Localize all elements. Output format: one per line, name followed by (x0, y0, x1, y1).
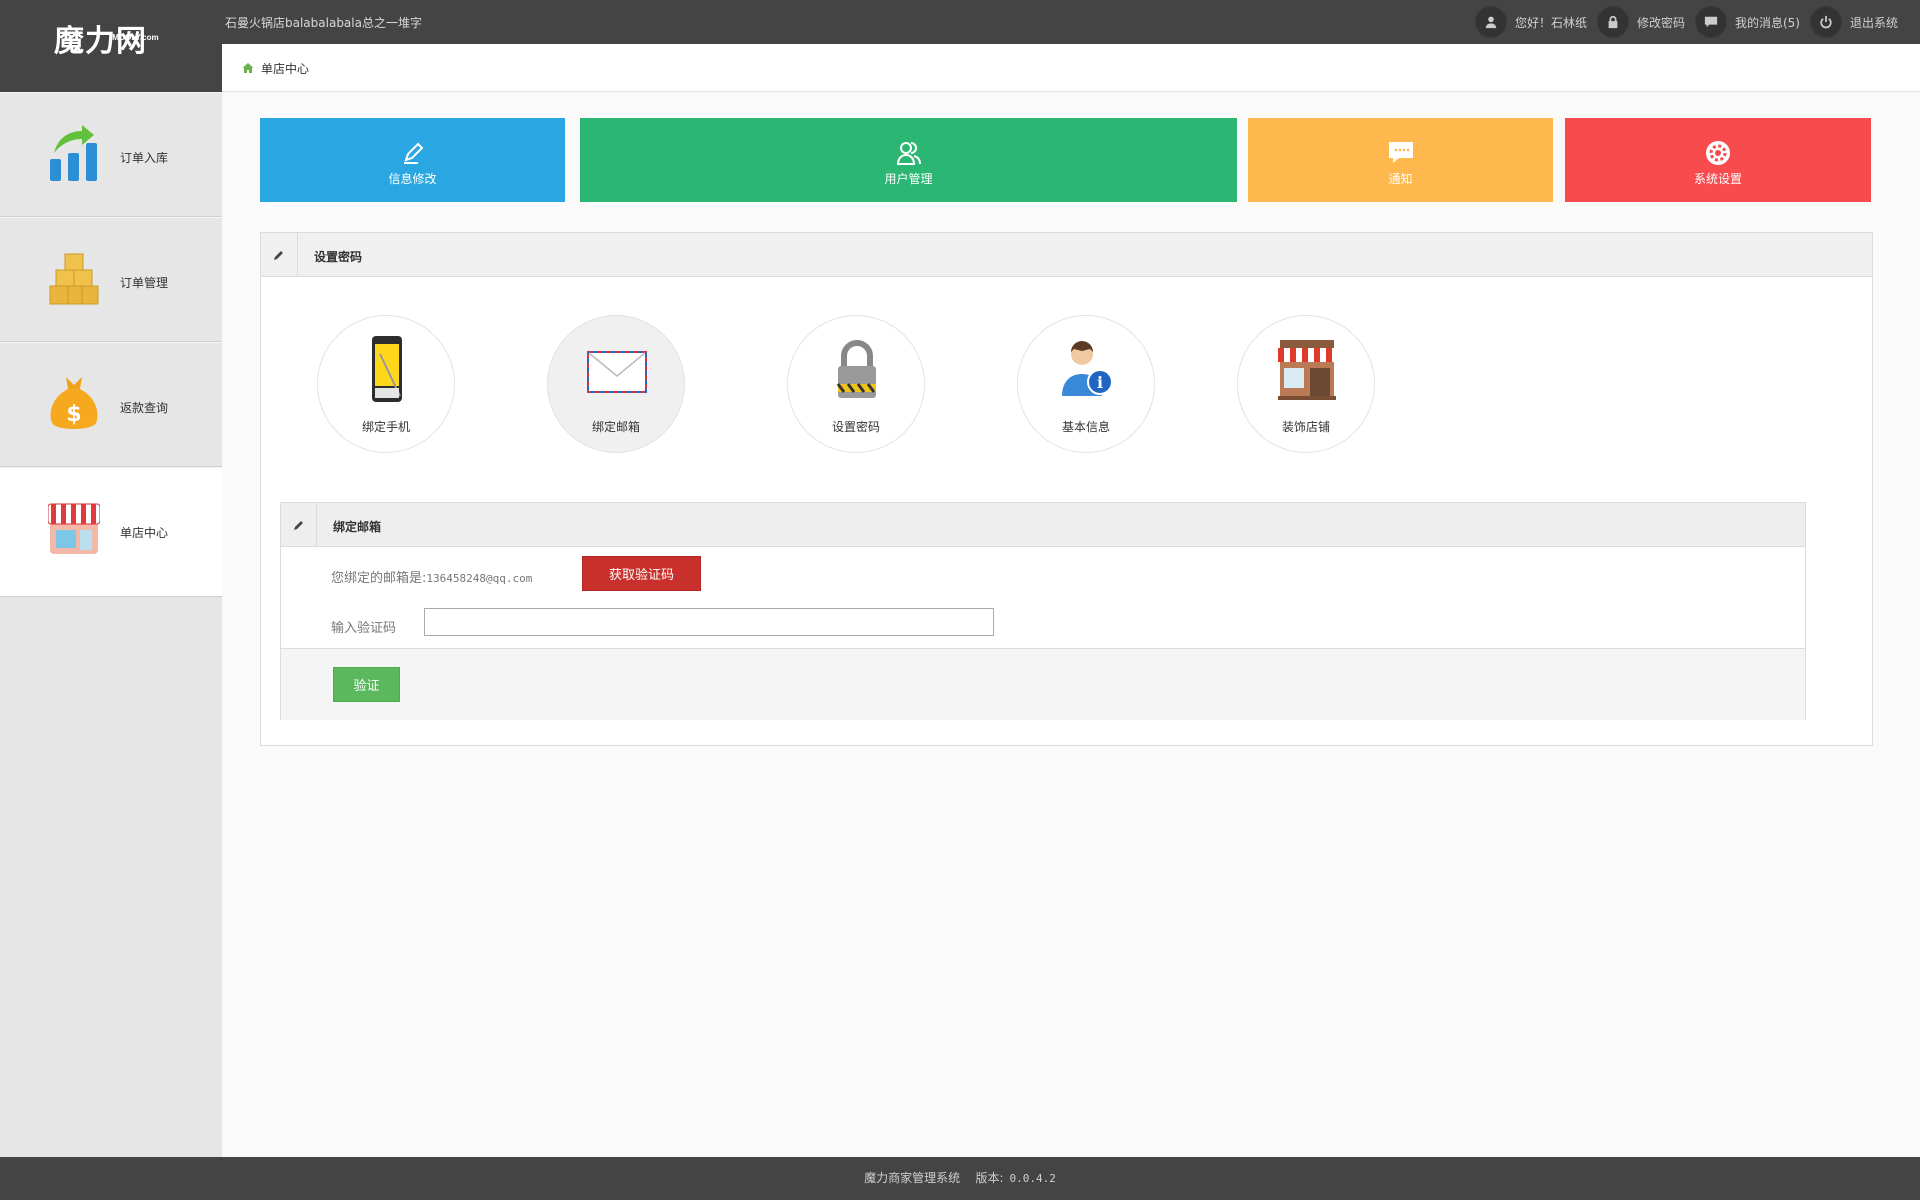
pencil-icon (261, 233, 298, 277)
version-label: 版本: (975, 1171, 1004, 1185)
shop-front-icon (1278, 340, 1336, 400)
svg-text:i: i (1097, 373, 1103, 392)
tile-info-edit[interactable]: 信息修改 (260, 118, 565, 202)
message-icon (1694, 6, 1727, 38)
bind-email-option[interactable]: 绑定邮箱 (547, 315, 685, 453)
money-bag-icon: $ (50, 377, 98, 429)
bind-email-header: 绑定邮箱 (281, 503, 1805, 547)
logo-subtext: IMOOLY.com (110, 33, 159, 42)
system-name: 魔力商家管理系统 (864, 1171, 961, 1185)
lock-icon (1596, 6, 1629, 38)
boxes-icon (49, 253, 99, 305)
top-links: 您好！石林纸 修改密码 我的消息(5) 退出系统 (1474, 6, 1898, 38)
power-icon (1809, 6, 1842, 38)
panel-title: 设置密码 (314, 250, 363, 264)
tile-label: 信息修改 (388, 172, 437, 186)
change-password-label: 修改密码 (1636, 15, 1685, 30)
user-greeting-label: 您好！石林纸 (1514, 15, 1587, 30)
user-icon (1474, 6, 1507, 38)
set-password-option[interactable]: 设置密码 (787, 315, 925, 453)
bound-email-label: 您绑定的邮箱是: (331, 571, 427, 586)
store-icon (48, 503, 100, 554)
bind-email-title: 绑定邮箱 (333, 520, 382, 534)
my-messages-link[interactable]: 我的消息(5) (1694, 6, 1800, 38)
verification-code-input[interactable] (424, 608, 994, 636)
gear-icon (1706, 141, 1730, 165)
bind-email-footer: 验证 (281, 648, 1805, 720)
footer: 魔力商家管理系统 版本: 0.0.4.2 (0, 1157, 1920, 1200)
tile-label: 系统设置 (1693, 172, 1742, 186)
sidebar-item-order-management[interactable]: 订单管理 (0, 217, 222, 342)
home-icon[interactable] (242, 62, 254, 74)
sidebar-item-refund-query[interactable]: $ 返款查询 (0, 342, 222, 467)
option-label: 装饰店铺 (1281, 420, 1330, 434)
tile-label: 用户管理 (884, 172, 933, 186)
chat-icon (1388, 142, 1413, 163)
get-code-button[interactable]: 获取验证码 (582, 556, 701, 591)
tile-system-settings[interactable]: 系统设置 (1565, 118, 1871, 202)
pencil-icon (281, 503, 317, 547)
logout-link[interactable]: 退出系统 (1809, 6, 1898, 38)
shop-title: 石曼火锅店balabalabala总之一堆字 (225, 16, 422, 30)
option-label: 绑定手机 (361, 420, 410, 434)
tile-user-management[interactable]: 用户管理 (580, 118, 1237, 202)
bar-chart-icon (50, 125, 97, 181)
sidebar-item-order-entry[interactable]: 订单入库 (0, 92, 222, 217)
bind-phone-option[interactable]: 绑定手机 (317, 315, 455, 453)
option-label: 设置密码 (831, 420, 880, 434)
code-input-label: 输入验证码 (331, 621, 397, 636)
breadcrumb: 单店中心 (222, 44, 1920, 92)
top-bar: 石曼火锅店balabalabala总之一堆字 您好！石林纸 修改密码 我的消息(… (0, 0, 1920, 44)
decorate-shop-option[interactable]: 装饰店铺 (1237, 315, 1375, 453)
tile-label: 通知 (1388, 172, 1413, 186)
settings-panel: 设置密码 绑定手机 绑定邮箱 设置密码 i 基本信息 装饰店铺 绑定邮箱 您绑定… (260, 232, 1873, 746)
bound-email-value: 136458248@qq.com (426, 572, 533, 585)
sidebar-item-store-center[interactable]: 单店中心 (0, 467, 222, 597)
padlock-icon (836, 340, 876, 398)
sidebar: 订单入库 订单管理 $ 返款查询 单店中心 (0, 92, 222, 1157)
option-label: 基本信息 (1061, 420, 1110, 434)
phone-icon (372, 336, 402, 402)
user-greeting-link[interactable]: 您好！石林纸 (1474, 6, 1587, 38)
version-value: 0.0.4.2 (1009, 1172, 1056, 1185)
logo[interactable]: 魔力网 IMOOLY.com (0, 0, 222, 92)
verify-button[interactable]: 验证 (333, 667, 400, 702)
panel-header: 设置密码 (261, 233, 1872, 277)
sidebar-item-label: 订单管理 (120, 276, 169, 290)
bind-email-panel: 绑定邮箱 您绑定的邮箱是:136458248@qq.com 获取验证码 输入验证… (280, 502, 1806, 720)
sidebar-item-label: 单店中心 (120, 526, 169, 540)
sidebar-item-label: 订单入库 (120, 151, 169, 165)
change-password-link[interactable]: 修改密码 (1596, 6, 1685, 38)
breadcrumb-label: 单店中心 (261, 62, 310, 76)
tile-notification[interactable]: 通知 (1248, 118, 1553, 202)
envelope-icon (587, 351, 647, 393)
logout-label: 退出系统 (1849, 15, 1898, 30)
option-label: 绑定邮箱 (591, 420, 640, 434)
quick-tiles: 信息修改 用户管理 通知 系统设置 (260, 118, 1872, 202)
sidebar-item-label: 返款查询 (120, 401, 169, 415)
basic-info-option[interactable]: i 基本信息 (1017, 315, 1155, 453)
users-icon (896, 142, 921, 165)
my-messages-label: 我的消息(5) (1734, 15, 1800, 30)
bound-email-text: 您绑定的邮箱是:136458248@qq.com (331, 567, 532, 586)
pencil-icon (403, 142, 423, 164)
user-info-icon: i (1062, 341, 1113, 396)
svg-text:$: $ (66, 402, 81, 427)
